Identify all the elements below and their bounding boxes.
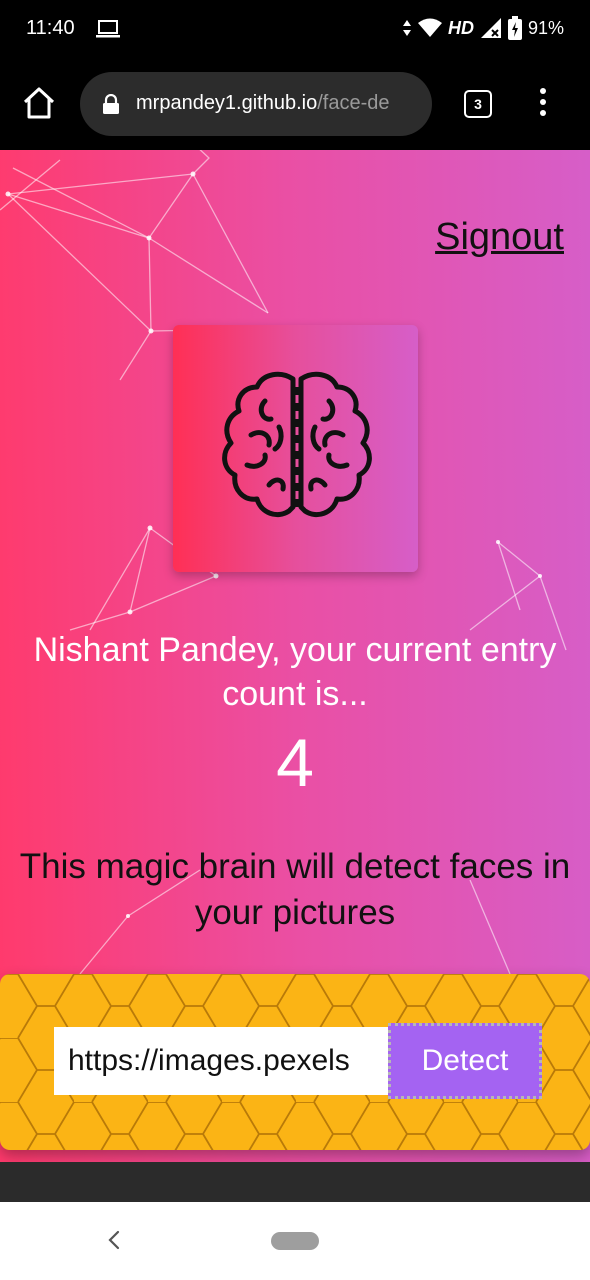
- home-icon[interactable]: [22, 86, 56, 120]
- menu-icon[interactable]: [536, 88, 550, 120]
- detect-button[interactable]: Detect: [388, 1023, 542, 1099]
- brain-logo-card: [173, 325, 418, 572]
- laptop-icon: [96, 20, 120, 38]
- battery-percent: 91%: [527, 17, 564, 38]
- tagline: This magic brain will detect faces in yo…: [19, 847, 571, 932]
- page-content: Signout Nishant Pandey, your current ent…: [0, 150, 590, 1202]
- data-arrows-icon: [402, 20, 411, 36]
- browser-toolbar: mrpandey1.github.io/face-de 3: [0, 58, 590, 150]
- entry-count-value: 4: [276, 725, 314, 801]
- status-bar: 11:40 HD 91%: [0, 0, 590, 58]
- wifi-icon: [417, 18, 442, 37]
- image-link-form: Detect: [0, 974, 590, 1150]
- system-nav-bar: [0, 1202, 590, 1280]
- entry-count-message: Nishant Pandey, your current entry count…: [33, 631, 557, 713]
- brain-icon: [222, 371, 372, 517]
- tabs-button[interactable]: 3: [464, 90, 492, 118]
- address-bar[interactable]: mrpandey1.github.io/face-de: [80, 72, 432, 136]
- url-path: /face-de: [317, 92, 390, 114]
- network-type: HD: [447, 17, 474, 38]
- signal-icon: [480, 18, 501, 38]
- signout-link[interactable]: Signout: [435, 216, 564, 259]
- status-icons: HD 91%: [402, 15, 564, 41]
- image-url-input[interactable]: [54, 1027, 388, 1095]
- back-icon[interactable]: [106, 1228, 122, 1252]
- lock-icon: [103, 94, 119, 114]
- result-image: [0, 1162, 590, 1202]
- url-text: mrpandey1.github.io/face-de: [136, 92, 390, 115]
- battery-icon: [507, 16, 522, 40]
- url-host: mrpandey1.github.io: [136, 92, 318, 114]
- status-time: 11:40: [26, 17, 75, 39]
- home-pill[interactable]: [271, 1232, 319, 1250]
